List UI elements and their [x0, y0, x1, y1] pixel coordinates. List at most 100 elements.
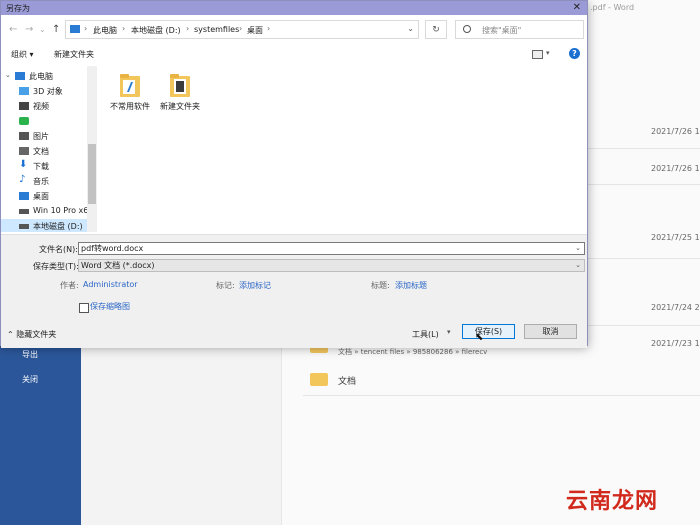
sidebar-item-label: 本地磁盘 (D:)	[33, 222, 83, 231]
tools-button[interactable]: 工具(L)	[412, 329, 439, 340]
forward-arrow-icon[interactable]: →	[25, 24, 33, 35]
back-arrow-icon[interactable]: ←	[9, 24, 17, 35]
breadcrumb-drive-d[interactable]: 本地磁盘 (D:)	[131, 25, 181, 36]
pc-icon	[70, 25, 80, 33]
recent-dropdown-icon[interactable]: ⌄	[39, 25, 46, 34]
folder-icon	[310, 373, 328, 386]
recent-documents[interactable]: 文档	[338, 374, 356, 387]
chevron-down-icon[interactable]: ⌄	[575, 260, 581, 271]
sidebar-item-label: 桌面	[33, 192, 49, 201]
author-label: 作者:	[60, 281, 79, 290]
scrollbar-thumb[interactable]	[88, 144, 96, 204]
3d-objects-icon	[19, 87, 29, 95]
recent-date: 2021/7/25 11	[651, 233, 700, 242]
sidebar-item-documents[interactable]: 文档	[1, 144, 97, 159]
nav-scrollbar[interactable]	[87, 66, 97, 232]
search-input[interactable]: 搜索"桌面"	[455, 20, 584, 39]
chevron-right-icon[interactable]: ›	[186, 24, 189, 33]
organize-button[interactable]: 组织 ▾	[11, 49, 34, 60]
recent-date: 2021/7/23 11	[651, 339, 700, 348]
watermark: 云南龙网	[566, 488, 659, 514]
documents-icon	[19, 147, 29, 155]
sidebar-item-3d-objects[interactable]: 3D 对象	[1, 84, 97, 99]
tags-field[interactable]: 添加标记	[239, 280, 271, 291]
chevron-right-icon[interactable]: ›	[84, 24, 87, 33]
mouse-cursor-icon: ⬉	[475, 332, 484, 343]
drive-icon	[19, 224, 29, 229]
breadcrumb-desktop[interactable]: 桌面	[247, 25, 263, 36]
cancel-button[interactable]: 取消	[524, 324, 577, 339]
close-icon[interactable]: ✕	[573, 2, 581, 13]
filename-input[interactable]: pdf转word.docx ⌄	[78, 242, 585, 255]
sidebar-item-label: 音乐	[33, 177, 49, 186]
folder-doc-icon	[169, 72, 191, 98]
chevron-right-icon[interactable]: ›	[239, 24, 242, 33]
filetype-select[interactable]: Word 文档 (*.docx) ⌄	[78, 259, 585, 272]
breadcrumb-this-pc[interactable]: 此电脑	[93, 25, 117, 36]
sidebar-item-downloads[interactable]: ⬇ 下载	[1, 159, 97, 174]
divider	[303, 395, 700, 396]
recent-date: 2021/7/24 21	[651, 303, 700, 312]
help-icon[interactable]: ?	[569, 48, 580, 59]
list-item[interactable]: 不常用软件	[105, 72, 155, 112]
chevron-right-icon[interactable]: ›	[267, 24, 270, 33]
sidebar-item-music[interactable]: ♪ 音乐	[1, 174, 97, 189]
sidebar-item-wechat[interactable]	[1, 114, 97, 129]
new-folder-button[interactable]: 新建文件夹	[54, 49, 94, 60]
nav-export[interactable]: 导出	[22, 349, 38, 360]
thumbnail-label[interactable]: 保存缩略图	[90, 301, 130, 312]
sidebar-item-label: 此电脑	[29, 72, 53, 81]
search-placeholder: 搜索"桌面"	[482, 26, 522, 35]
save-button[interactable]: 保存(S)	[462, 324, 515, 339]
chevron-down-icon[interactable]: ⌄	[575, 243, 581, 254]
chevron-down-icon[interactable]: ⌄	[5, 71, 11, 79]
address-row: ← → ⌄ ↑ › 此电脑 › 本地磁盘 (D:) › systemfiles …	[1, 20, 587, 42]
command-bar: 组织 ▾ 新建文件夹 ▾ ?	[1, 46, 587, 64]
refresh-icon[interactable]: ↻	[425, 20, 447, 39]
recent-date: 2021/7/26 14	[651, 164, 700, 173]
video-icon	[19, 102, 29, 110]
tags-label: 标记:	[216, 281, 235, 290]
drive-icon	[19, 209, 29, 214]
view-options-icon[interactable]	[532, 50, 543, 59]
sidebar-item-drive-d[interactable]: 本地磁盘 (D:)	[1, 219, 97, 232]
pictures-icon	[19, 132, 29, 140]
sidebar-item-label: Win 10 Pro x64	[33, 206, 94, 215]
doc-title-field[interactable]: 添加标题	[395, 280, 427, 291]
file-name: 新建文件夹	[160, 102, 200, 111]
music-icon: ♪	[19, 174, 26, 185]
wechat-icon	[19, 117, 29, 125]
chevron-right-icon[interactable]: ›	[122, 24, 125, 33]
chevron-up-icon: ⌃	[7, 330, 14, 339]
address-bar[interactable]: › 此电脑 › 本地磁盘 (D:) › systemfiles › 桌面 › ⌄	[65, 20, 419, 39]
download-icon: ⬇	[19, 159, 28, 170]
sidebar-item-label: 3D 对象	[33, 87, 63, 96]
search-icon	[463, 25, 471, 33]
chevron-down-icon[interactable]: ▾	[447, 328, 451, 336]
list-item[interactable]: 新建文件夹	[155, 72, 205, 112]
up-arrow-icon[interactable]: ↑	[52, 24, 60, 35]
file-list: 不常用软件 新建文件夹	[97, 66, 587, 232]
breadcrumb-systemfiles[interactable]: systemfiles	[194, 25, 239, 34]
sidebar-item-label: 文档	[33, 147, 49, 156]
nav-close[interactable]: 关闭	[22, 374, 38, 385]
dialog-title: 另存为	[6, 4, 30, 13]
sidebar-item-system-drive[interactable]: Win 10 Pro x64	[1, 204, 97, 219]
sidebar-item-label: 图片	[33, 132, 49, 141]
sidebar-item-this-pc[interactable]: ⌄ 此电脑	[1, 69, 97, 84]
navigation-pane: ⌄ 此电脑 3D 对象 视频 图片 文档 ⬇ 下载 ♪ 音乐 桌面 Win 10…	[1, 66, 97, 232]
sidebar-item-video[interactable]: 视频	[1, 99, 97, 114]
recent-date: 2021/7/26 18	[651, 127, 700, 136]
thumbnail-checkbox[interactable]	[79, 303, 89, 313]
hide-folders-toggle[interactable]: ⌃ 隐藏文件夹	[7, 329, 56, 340]
save-as-dialog: 另存为 ✕ ← → ⌄ ↑ › 此电脑 › 本地磁盘 (D:) › system…	[0, 0, 588, 348]
chevron-down-icon[interactable]: ▾	[546, 49, 550, 57]
sidebar-item-label: 下载	[33, 162, 49, 171]
author-field[interactable]: Administrator	[83, 280, 138, 289]
desktop-icon	[19, 192, 29, 200]
chevron-down-icon[interactable]: ⌄	[407, 24, 414, 33]
sidebar-item-pictures[interactable]: 图片	[1, 129, 97, 144]
filename-label: 文件名(N):	[39, 245, 78, 254]
sidebar-item-desktop[interactable]: 桌面	[1, 189, 97, 204]
filetype-value: Word 文档 (*.docx)	[81, 261, 155, 270]
